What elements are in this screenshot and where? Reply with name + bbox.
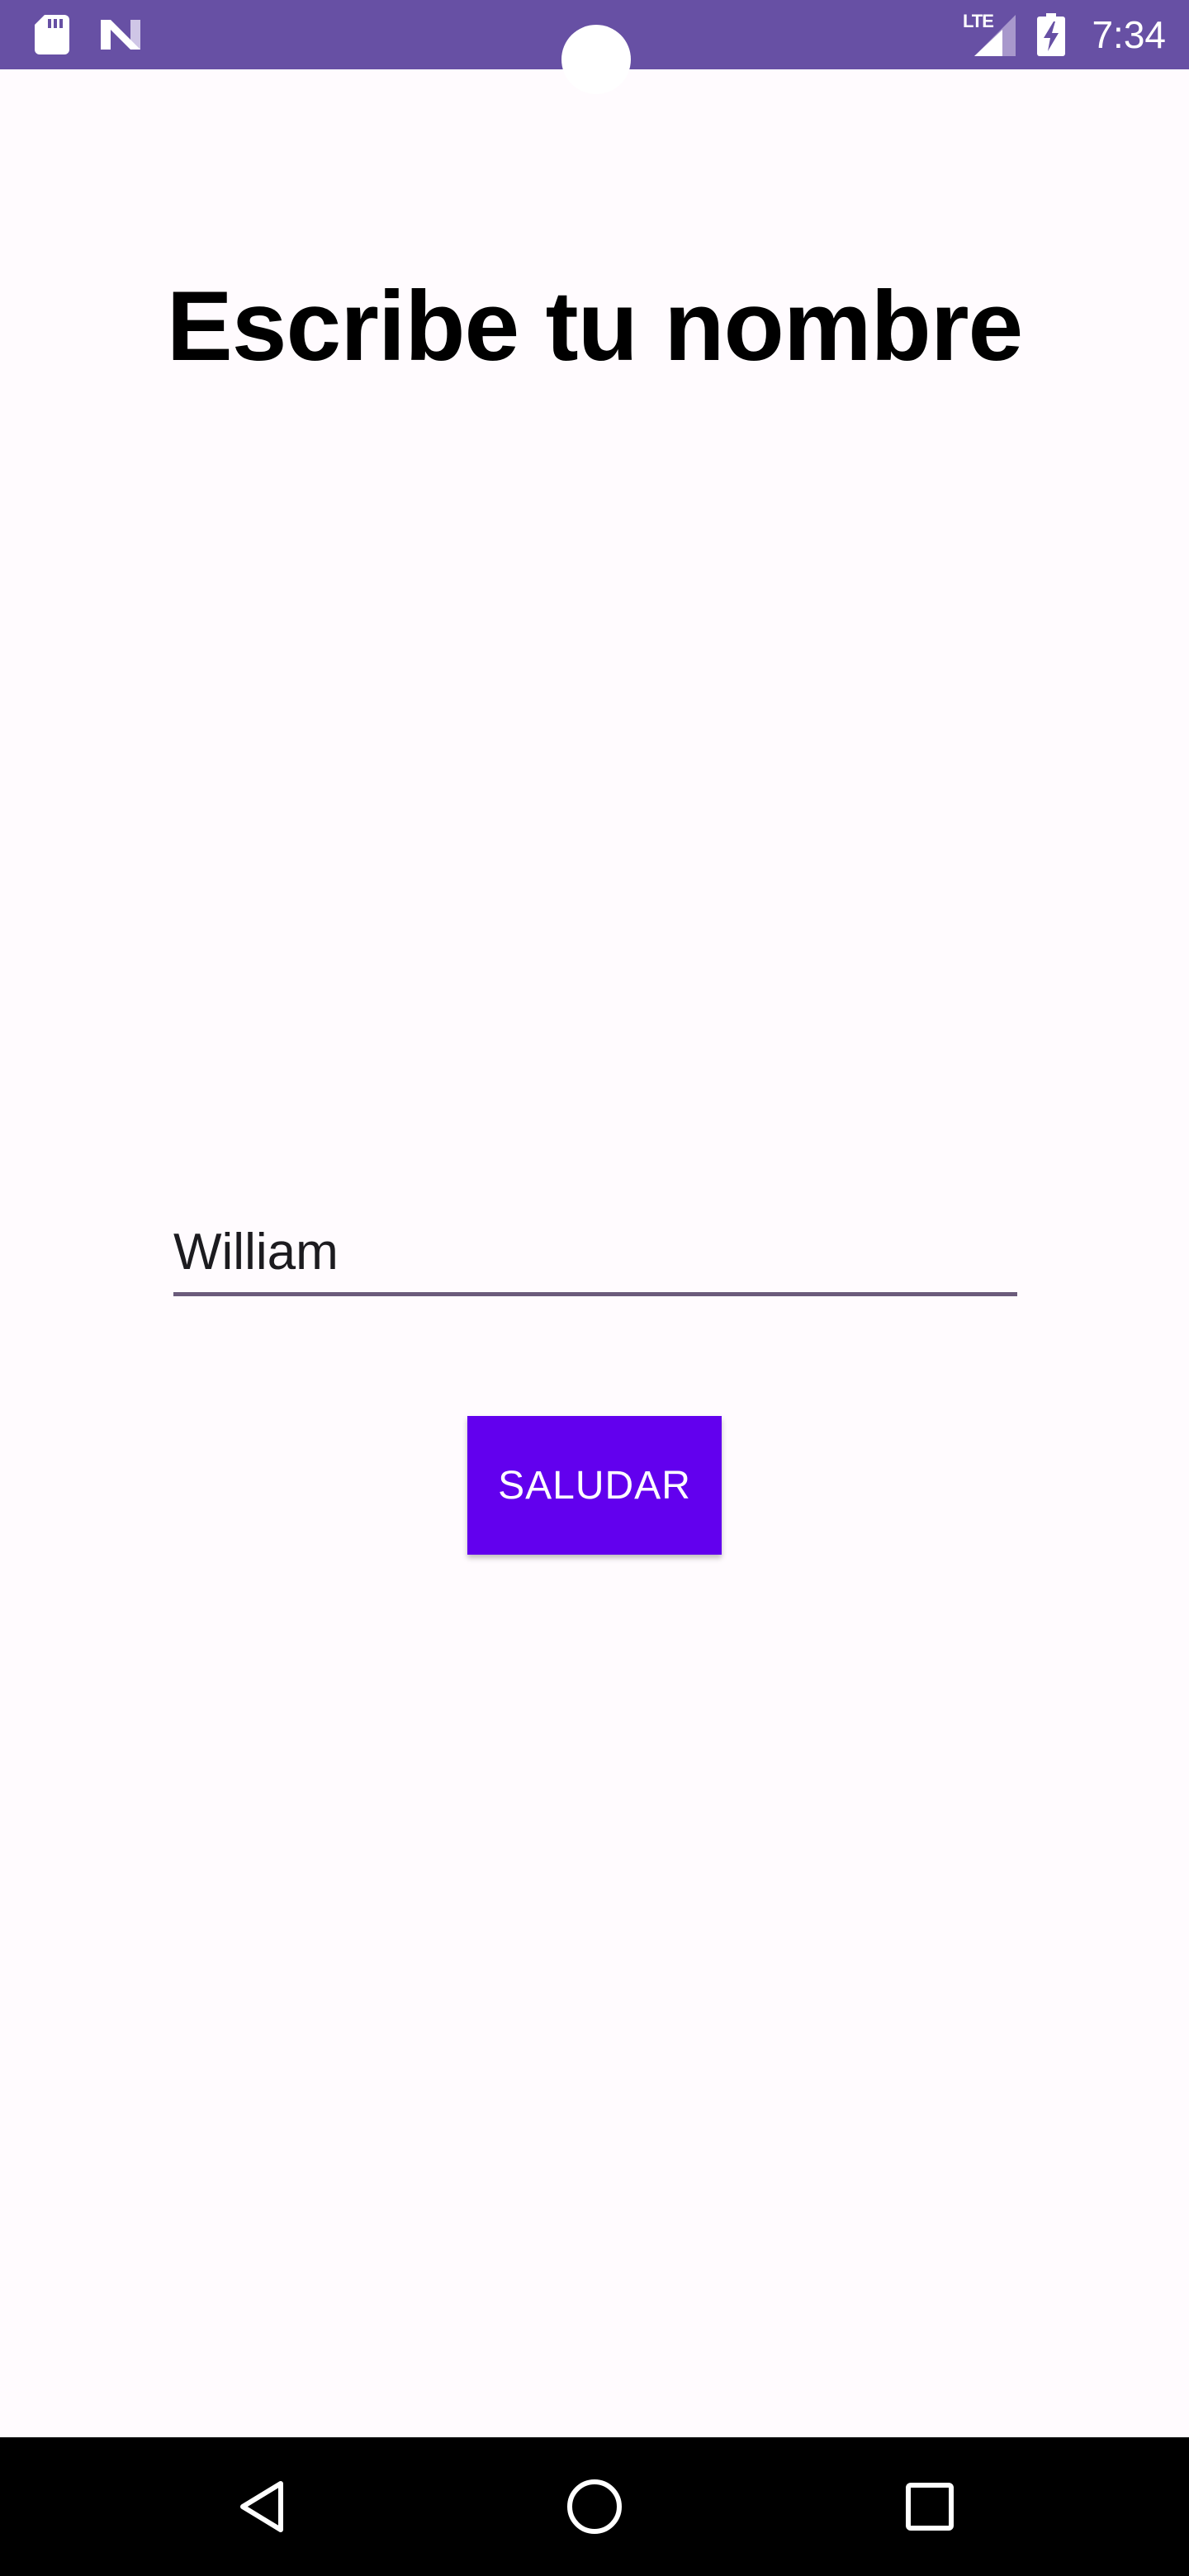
name-input[interactable] xyxy=(173,1212,1017,1291)
recents-icon xyxy=(906,2483,954,2531)
navigation-bar xyxy=(0,2437,1189,2576)
home-button[interactable] xyxy=(553,2465,636,2548)
home-icon xyxy=(567,2479,622,2534)
app-screen: LTE 7:34 Escribe tu nombre SALUDAR xyxy=(0,0,1189,2576)
back-icon xyxy=(240,2481,283,2532)
name-field[interactable] xyxy=(173,1212,1017,1296)
sd-card-icon xyxy=(35,15,69,54)
camera-cutout xyxy=(561,25,631,94)
greet-button[interactable]: SALUDAR xyxy=(467,1416,722,1555)
network-type-label: LTE xyxy=(963,11,994,31)
status-time: 7:34 xyxy=(1092,13,1166,56)
page-title: Escribe tu nombre xyxy=(166,271,1024,381)
n-notification-icon xyxy=(101,20,140,50)
recents-button[interactable] xyxy=(888,2465,971,2548)
battery-charging-icon xyxy=(1037,13,1065,56)
name-field-underline xyxy=(173,1292,1017,1296)
back-button[interactable] xyxy=(221,2465,304,2548)
